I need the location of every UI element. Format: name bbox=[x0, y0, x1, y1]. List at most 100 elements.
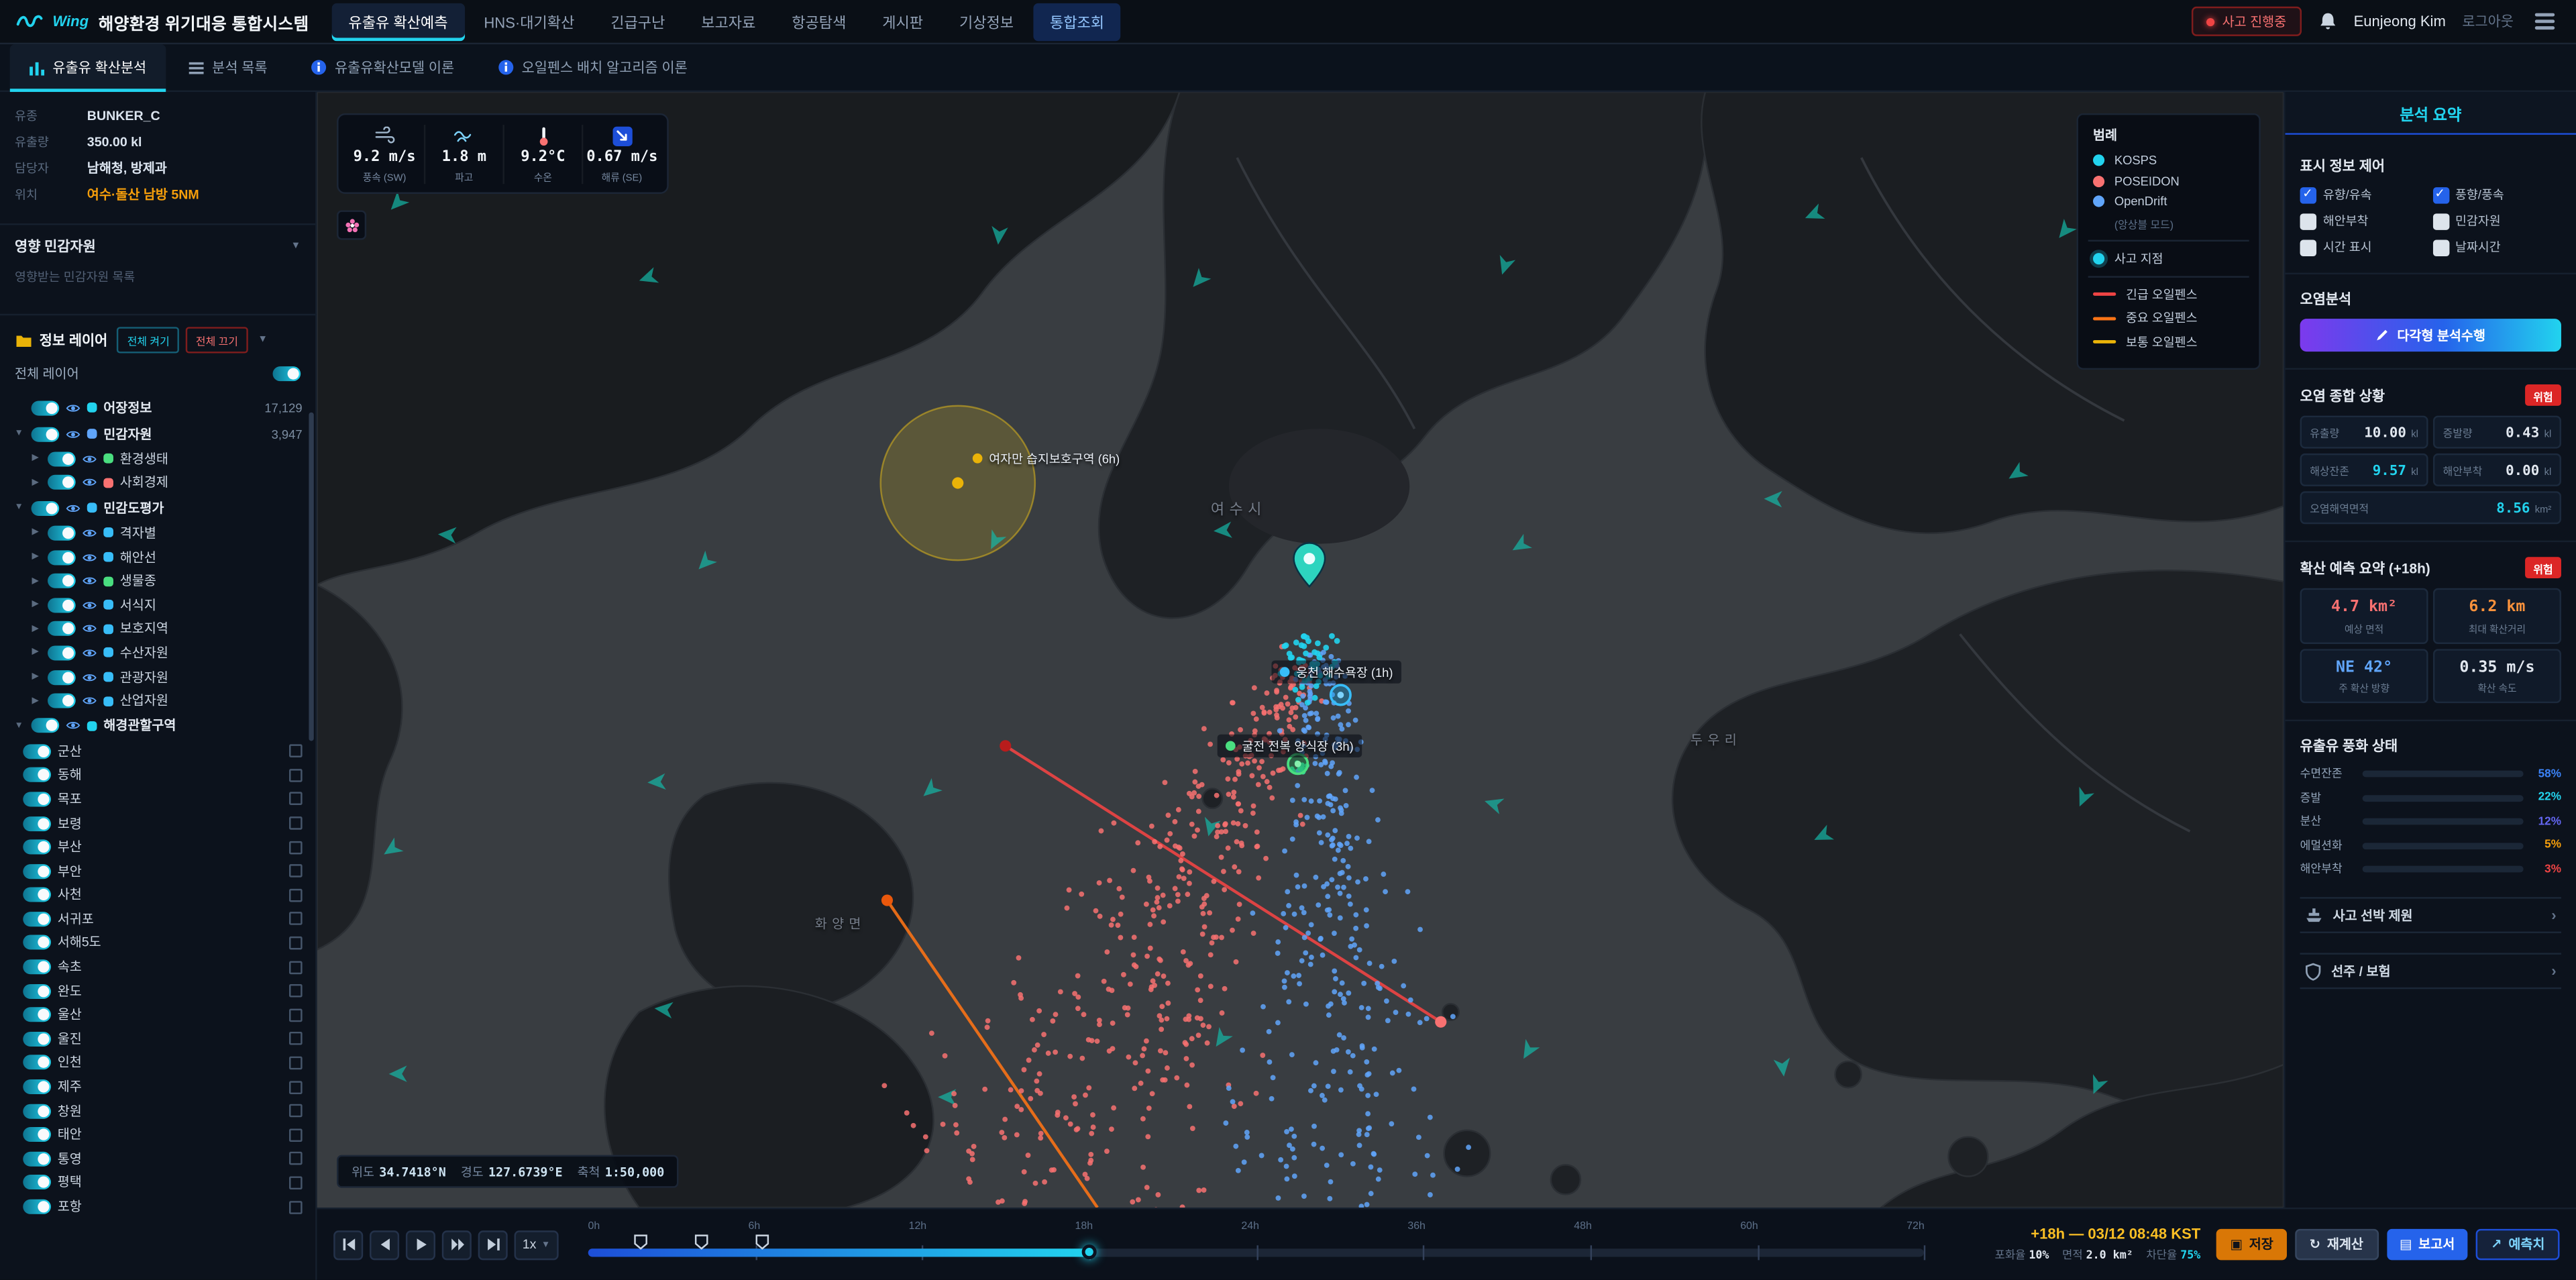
layer-extent-icon[interactable] bbox=[289, 1128, 303, 1142]
tree-caret-icon[interactable]: ▶ bbox=[30, 454, 41, 464]
layer-row[interactable]: ▼ 민감자원 3,947 bbox=[0, 421, 315, 447]
visibility-eye-icon[interactable] bbox=[82, 672, 97, 683]
layer-row[interactable]: 제주 bbox=[0, 1075, 315, 1099]
display-checkbox[interactable]: 시간 표시 bbox=[2300, 238, 2429, 256]
layer-row[interactable]: 목포 bbox=[0, 787, 315, 811]
wind-rose-button[interactable] bbox=[337, 210, 366, 239]
visibility-eye-icon[interactable] bbox=[82, 453, 97, 464]
layer-toggle[interactable] bbox=[48, 645, 76, 660]
layer-toggle[interactable] bbox=[48, 670, 76, 684]
layer-extent-icon[interactable] bbox=[289, 1153, 303, 1166]
layer-toggle[interactable] bbox=[23, 936, 51, 951]
layer-toggle[interactable] bbox=[23, 1175, 51, 1190]
layer-toggle[interactable] bbox=[23, 863, 51, 878]
layer-extent-icon[interactable] bbox=[289, 841, 303, 854]
layer-row[interactable]: 군산 bbox=[0, 739, 315, 763]
all-layers-off-button[interactable]: 전체 끄기 bbox=[186, 327, 248, 353]
visibility-eye-icon[interactable] bbox=[82, 647, 97, 659]
sidebar-scrollbar[interactable] bbox=[309, 413, 313, 741]
tree-caret-icon[interactable]: ▶ bbox=[30, 672, 41, 682]
menu-icon[interactable] bbox=[2530, 9, 2559, 34]
layer-extent-icon[interactable] bbox=[289, 816, 303, 830]
tree-caret-icon[interactable]: ▶ bbox=[30, 478, 41, 488]
tree-caret-icon[interactable]: ▶ bbox=[30, 696, 41, 706]
layer-row[interactable]: 통영 bbox=[0, 1146, 315, 1171]
visibility-eye-icon[interactable] bbox=[82, 623, 97, 635]
tree-caret-icon[interactable]: ▶ bbox=[30, 648, 41, 658]
layer-toggle[interactable] bbox=[23, 959, 51, 974]
layer-row[interactable]: 완도 bbox=[0, 979, 315, 1003]
layer-toggle[interactable] bbox=[23, 1079, 51, 1094]
nav-item[interactable]: 게시판 bbox=[866, 3, 940, 40]
layer-toggle[interactable] bbox=[48, 549, 76, 564]
skip-end-button[interactable] bbox=[478, 1230, 508, 1259]
fast-forward-button[interactable] bbox=[442, 1230, 472, 1259]
nav-item[interactable]: 보고자료 bbox=[685, 3, 772, 40]
layer-extent-icon[interactable] bbox=[289, 745, 303, 758]
layer-toggle[interactable] bbox=[23, 888, 51, 902]
layer-row[interactable]: 어장정보 17,129 bbox=[0, 394, 315, 421]
layer-row[interactable]: 서귀포 bbox=[0, 907, 315, 931]
layer-toggle[interactable] bbox=[23, 1199, 51, 1214]
nav-item[interactable]: 통합조회 bbox=[1033, 3, 1120, 40]
play-button[interactable] bbox=[406, 1230, 435, 1259]
display-checkbox[interactable]: 날짜시간 bbox=[2432, 238, 2561, 256]
polygon-analysis-button[interactable]: 다각형 분석수행 bbox=[2300, 319, 2561, 352]
layer-toggle[interactable] bbox=[23, 792, 51, 806]
layer-toggle[interactable] bbox=[23, 816, 51, 831]
layer-row[interactable]: 부산 bbox=[0, 835, 315, 859]
layer-extent-icon[interactable] bbox=[289, 769, 303, 782]
nav-item[interactable]: 기상정보 bbox=[943, 3, 1030, 40]
tree-caret-icon[interactable]: ▼ bbox=[13, 429, 25, 439]
layer-toggle[interactable] bbox=[23, 983, 51, 998]
timeline-handle[interactable] bbox=[1082, 1244, 1097, 1259]
skip-start-button[interactable] bbox=[333, 1230, 363, 1259]
tab-item[interactable]: 오일펜스 배치 알고리즘 이론 bbox=[477, 44, 707, 91]
layer-extent-icon[interactable] bbox=[289, 865, 303, 878]
layer-row[interactable]: ▶ 사회경제 bbox=[0, 471, 315, 495]
tree-caret-icon[interactable]: ▼ bbox=[13, 721, 25, 731]
layer-row[interactable]: 보령 bbox=[0, 811, 315, 835]
map-canvas[interactable]: 9.2 m/s 풍속 (SW) 1.8 m 파고 9.2°C 수온 0.67 m… bbox=[317, 92, 2284, 1208]
tree-caret-icon[interactable]: ▶ bbox=[30, 552, 41, 562]
checkbox-icon[interactable] bbox=[2300, 239, 2316, 255]
visibility-eye-icon[interactable] bbox=[66, 402, 80, 413]
nav-item[interactable]: 항공탐색 bbox=[775, 3, 863, 40]
all-layers-on-button[interactable]: 전체 켜기 bbox=[117, 327, 179, 353]
nav-item[interactable]: 유출유 확산예측 bbox=[332, 3, 464, 40]
layer-toggle[interactable] bbox=[23, 744, 51, 759]
layer-extent-icon[interactable] bbox=[289, 888, 303, 902]
layer-toggle[interactable] bbox=[23, 1032, 51, 1047]
layer-row[interactable]: 인천 bbox=[0, 1051, 315, 1075]
action-button[interactable]: ↻ 재계산 bbox=[2295, 1229, 2378, 1261]
layer-toggle[interactable] bbox=[48, 598, 76, 612]
tree-caret-icon[interactable]: ▶ bbox=[30, 528, 41, 538]
filter-chevron-icon[interactable]: ▼ bbox=[258, 335, 268, 345]
layer-toggle[interactable] bbox=[48, 694, 76, 708]
layer-row[interactable]: 태안 bbox=[0, 1123, 315, 1147]
layer-row[interactable]: 부안 bbox=[0, 859, 315, 884]
layer-extent-icon[interactable] bbox=[289, 1057, 303, 1070]
tree-caret-icon[interactable]: ▶ bbox=[30, 624, 41, 634]
layer-toggle[interactable] bbox=[48, 526, 76, 541]
vessel-specs-row[interactable]: 사고 선박 제원 › bbox=[2300, 897, 2561, 933]
layer-extent-icon[interactable] bbox=[289, 937, 303, 950]
checkbox-icon[interactable] bbox=[2432, 239, 2449, 255]
layer-toggle[interactable] bbox=[32, 427, 60, 441]
display-checkbox[interactable]: 풍향/풍속 bbox=[2432, 186, 2561, 204]
layer-toggle[interactable] bbox=[23, 912, 51, 926]
layer-toggle[interactable] bbox=[23, 840, 51, 855]
layer-row[interactable]: ▼ 민감도평가 bbox=[0, 495, 315, 521]
visibility-eye-icon[interactable] bbox=[82, 551, 97, 563]
layer-extent-icon[interactable] bbox=[289, 1080, 303, 1094]
layer-toggle[interactable] bbox=[48, 622, 76, 637]
layer-extent-icon[interactable] bbox=[289, 1032, 303, 1046]
layer-row[interactable]: ▶ 생물종 bbox=[0, 569, 315, 593]
layer-row[interactable]: 서해5도 bbox=[0, 931, 315, 955]
layer-extent-icon[interactable] bbox=[289, 912, 303, 926]
display-checkbox[interactable]: 민감자원 bbox=[2432, 212, 2561, 230]
tab-item[interactable]: 분석 목록 bbox=[170, 44, 287, 91]
layer-row[interactable]: ▶ 해안선 bbox=[0, 545, 315, 570]
notification-bell-icon[interactable] bbox=[2318, 11, 2337, 31]
visibility-eye-icon[interactable] bbox=[82, 695, 97, 706]
